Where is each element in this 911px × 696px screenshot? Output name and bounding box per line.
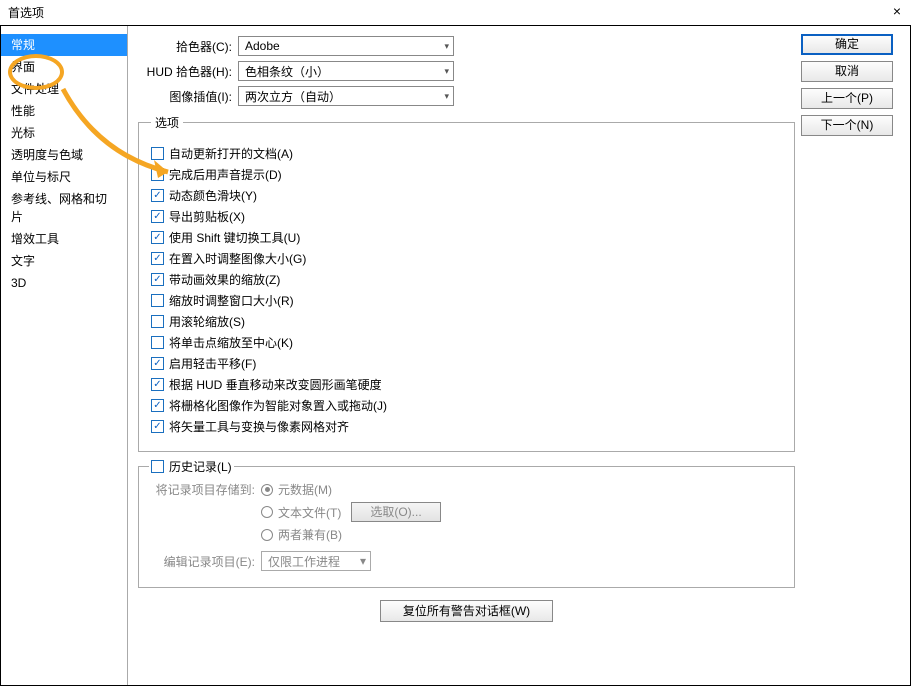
option-checkbox[interactable] [151,147,164,160]
options-group: 选项 自动更新打开的文档(A) 完成后用声音提示(D) 动态颜色滑块(Y) 导出剪贴板… [138,114,795,452]
option-checkbox[interactable] [151,336,164,349]
option-label: 完成后用声音提示(D) [169,166,282,183]
hud-picker-value: 色相条纹（小） [245,63,329,80]
option-row: 将单击点缩放至中心(K) [151,334,782,351]
option-label: 动态颜色滑块(Y) [169,187,257,204]
history-radio-textfile-label: 文本文件(T) [278,504,341,521]
history-choose-button[interactable]: 选取(O)... [351,502,440,522]
hud-picker-select[interactable]: 色相条纹（小） ▾ [238,61,454,81]
sidebar-item-interface[interactable]: 界面 [1,56,127,78]
reset-warnings-button[interactable]: 复位所有警告对话框(W) [380,600,553,622]
option-row: 使用 Shift 键切换工具(U) [151,229,782,246]
option-checkbox[interactable] [151,294,164,307]
option-checkbox[interactable] [151,315,164,328]
interpolation-select[interactable]: 两次立方（自动） ▾ [238,86,454,106]
option-checkbox[interactable] [151,231,164,244]
sidebar-item-general[interactable]: 常规 [1,34,127,56]
cancel-button[interactable]: 取消 [801,61,893,82]
option-label: 导出剪贴板(X) [169,208,245,225]
interpolation-value: 两次立方（自动） [245,88,341,105]
option-row: 导出剪贴板(X) [151,208,782,225]
option-row: 自动更新打开的文档(A) [151,145,782,162]
preferences-sidebar: 常规 界面 文件处理 性能 光标 透明度与色域 单位与标尺 参考线、网格和切片 … [0,26,128,685]
history-title: 历史记录(L) [169,458,232,475]
sidebar-item-cursors[interactable]: 光标 [1,122,127,144]
options-legend: 选项 [151,114,183,131]
option-checkbox[interactable] [151,357,164,370]
option-checkbox[interactable] [151,168,164,181]
sidebar-item-guides[interactable]: 参考线、网格和切片 [1,188,127,228]
option-label: 根据 HUD 垂直移动来改变圆形画笔硬度 [169,376,382,393]
option-row: 启用轻击平移(F) [151,355,782,372]
option-checkbox[interactable] [151,378,164,391]
option-checkbox[interactable] [151,210,164,223]
option-checkbox[interactable] [151,399,164,412]
sidebar-item-transparency[interactable]: 透明度与色域 [1,144,127,166]
option-row: 将栅格化图像作为智能对象置入或拖动(J) [151,397,782,414]
option-row: 缩放时调整窗口大小(R) [151,292,782,309]
option-checkbox[interactable] [151,420,164,433]
dialog-buttons: 确定 取消 上一个(P) 下一个(N) [801,26,911,685]
option-checkbox[interactable] [151,273,164,286]
option-label: 启用轻击平移(F) [169,355,256,372]
sidebar-item-type[interactable]: 文字 [1,250,127,272]
interpolation-label: 图像插值(I): [138,88,232,105]
option-row: 动态颜色滑块(Y) [151,187,782,204]
color-picker-label: 拾色器(C): [138,38,232,55]
color-picker-value: Adobe [245,39,280,53]
history-edit-select[interactable]: 仅限工作进程 ▾ [261,551,371,571]
option-row: 完成后用声音提示(D) [151,166,782,183]
option-checkbox[interactable] [151,252,164,265]
option-checkbox[interactable] [151,189,164,202]
option-row: 根据 HUD 垂直移动来改变圆形画笔硬度 [151,376,782,393]
history-edit-label: 编辑记录项目(E): [151,553,255,570]
history-radio-metadata-label: 元数据(M) [278,481,332,498]
history-radio-metadata[interactable] [261,484,273,496]
sidebar-item-units[interactable]: 单位与标尺 [1,166,127,188]
chevron-down-icon: ▾ [444,41,449,52]
option-row: 用滚轮缩放(S) [151,313,782,330]
sidebar-item-3d[interactable]: 3D [1,272,127,294]
option-label: 将单击点缩放至中心(K) [169,334,293,351]
option-label: 自动更新打开的文档(A) [169,145,293,162]
chevron-down-icon: ▾ [360,554,366,568]
sidebar-item-plugins[interactable]: 增效工具 [1,228,127,250]
sidebar-item-performance[interactable]: 性能 [1,100,127,122]
option-label: 将矢量工具与变换与像素网格对齐 [169,418,349,435]
close-icon[interactable]: × [893,3,901,19]
next-button[interactable]: 下一个(N) [801,115,893,136]
hud-picker-label: HUD 拾色器(H): [138,63,232,80]
option-label: 用滚轮缩放(S) [169,313,245,330]
history-group: 历史记录(L) 将记录项目存储到: 元数据(M) 文本文件(T) 选取(O)..… [138,466,795,588]
option-row: 带动画效果的缩放(Z) [151,271,782,288]
option-label: 将栅格化图像作为智能对象置入或拖动(J) [169,397,387,414]
window-title: 首选项 [8,4,44,21]
history-edit-value: 仅限工作进程 [268,553,340,570]
option-label: 带动画效果的缩放(Z) [169,271,280,288]
ok-button[interactable]: 确定 [801,34,893,55]
option-row: 在置入时调整图像大小(G) [151,250,782,267]
option-label: 使用 Shift 键切换工具(U) [169,229,300,246]
chevron-down-icon: ▾ [444,91,449,102]
option-label: 在置入时调整图像大小(G) [169,250,306,267]
history-radio-both[interactable] [261,529,273,541]
color-picker-select[interactable]: Adobe ▾ [238,36,454,56]
option-label: 缩放时调整窗口大小(R) [169,292,294,309]
history-save-to-label: 将记录项目存储到: [151,481,255,498]
history-radio-both-label: 两者兼有(B) [278,526,342,543]
history-checkbox[interactable] [151,460,164,473]
sidebar-item-file-handling[interactable]: 文件处理 [1,78,127,100]
history-radio-textfile[interactable] [261,506,273,518]
preferences-content: 拾色器(C): Adobe ▾ HUD 拾色器(H): 色相条纹（小） ▾ 图像… [128,26,801,685]
chevron-down-icon: ▾ [444,66,449,77]
option-row: 将矢量工具与变换与像素网格对齐 [151,418,782,435]
prev-button[interactable]: 上一个(P) [801,88,893,109]
